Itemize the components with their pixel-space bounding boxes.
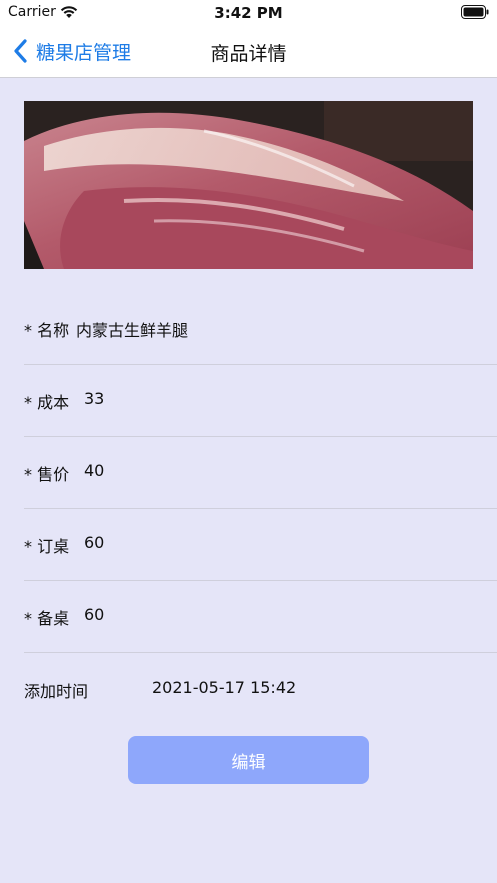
field-label-price: * 售价	[24, 465, 70, 484]
field-label-order-table: * 订桌	[24, 537, 70, 556]
navigation-bar: 糖果店管理 商品详情	[0, 26, 497, 78]
added-time-value: 2021-05-17 15:42	[152, 678, 297, 697]
field-value-order-table: 60	[84, 533, 105, 552]
field-value-price: 40	[84, 461, 105, 480]
field-label-cost: * 成本	[24, 393, 70, 412]
product-image	[24, 101, 473, 269]
field-value-name: 内蒙古生鲜羊腿	[76, 321, 189, 340]
field-label-name: * 名称	[24, 321, 70, 340]
field-value-cost: 33	[84, 389, 105, 408]
edit-button[interactable]: 编辑	[128, 736, 369, 784]
field-row-price: * 售价 40	[24, 437, 497, 509]
field-row-prep-table: * 备桌 60	[24, 581, 497, 653]
product-fields: * 名称 内蒙古生鲜羊腿 * 成本 33 * 售价 40 * 订桌 60 * 备…	[0, 293, 497, 653]
field-label-prep-table: * 备桌	[24, 609, 70, 628]
field-value-prep-table: 60	[84, 605, 105, 624]
added-time-row: 添加时间 2021-05-17 15:42	[24, 676, 497, 702]
status-bar: Carrier 3:42 PM	[0, 0, 497, 26]
status-time: 3:42 PM	[214, 4, 283, 22]
field-row-order-table: * 订桌 60	[24, 509, 497, 581]
page-title: 商品详情	[210, 43, 287, 65]
added-time-label: 添加时间	[24, 682, 89, 701]
field-row-name: * 名称 内蒙古生鲜羊腿	[24, 293, 497, 365]
field-row-cost: * 成本 33	[24, 365, 497, 437]
battery-icon	[461, 5, 489, 19]
